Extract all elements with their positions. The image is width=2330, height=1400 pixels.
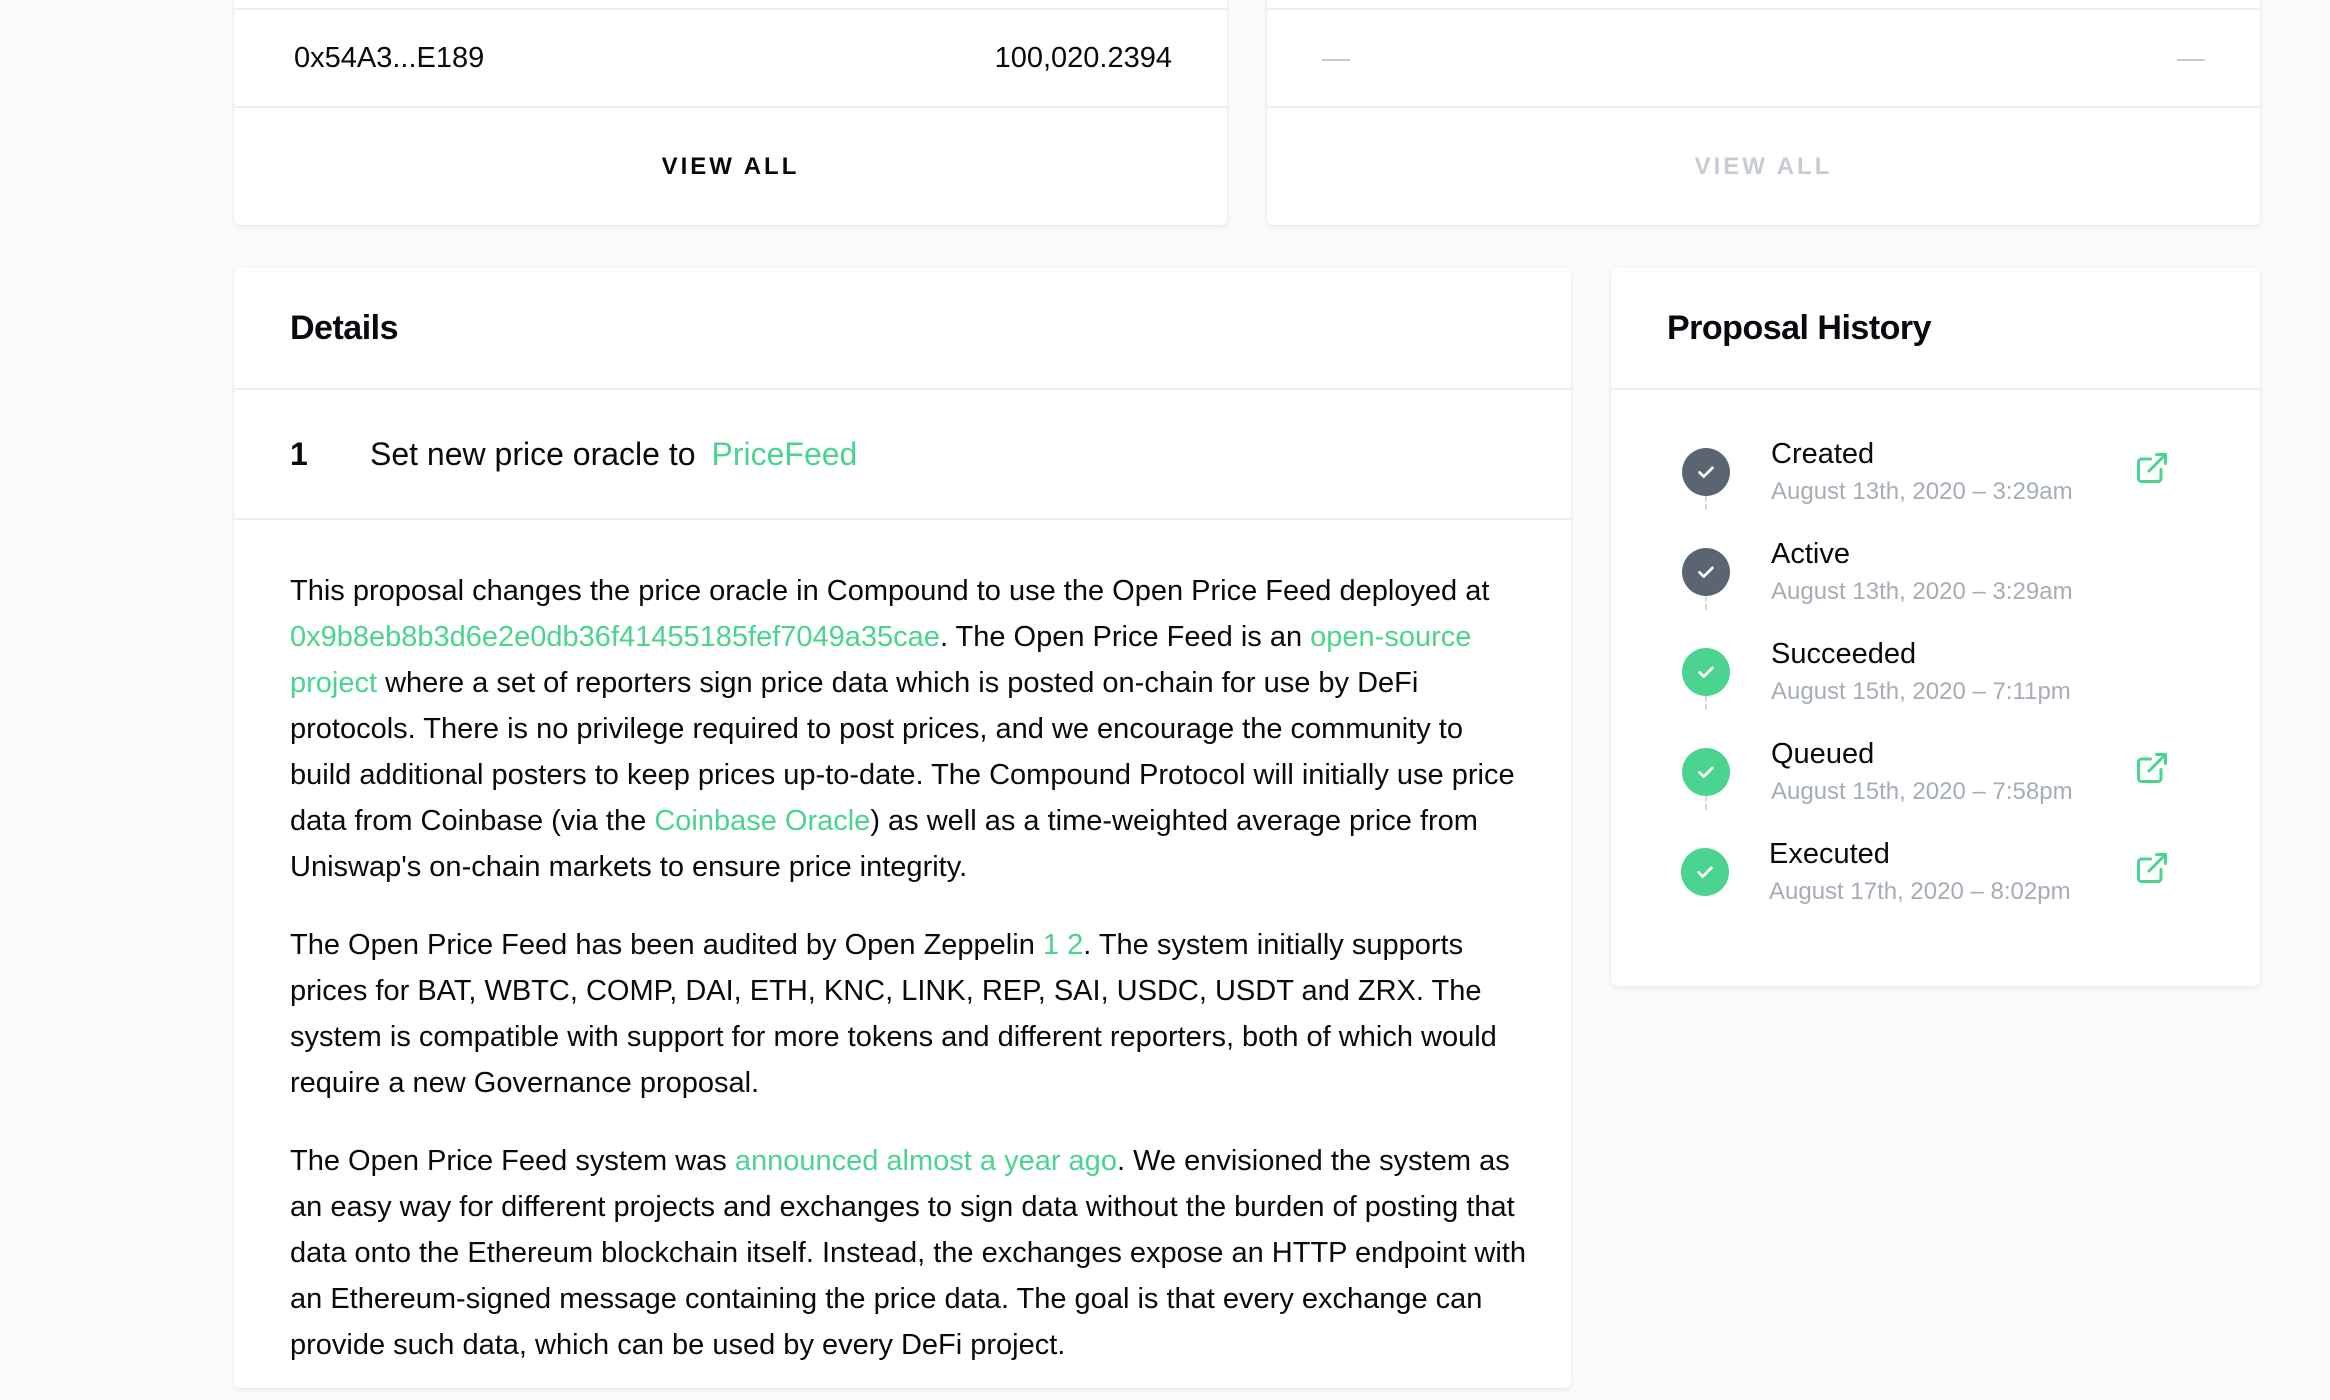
text: . We envisioned the system as an easy wa…	[290, 1145, 1526, 1361]
step-title: Active	[1771, 538, 1850, 570]
step-date: August 17th, 2020 – 8:02pm	[1769, 878, 2071, 905]
proposal-action: 1 Set new price oracle to PriceFeed	[234, 390, 1571, 520]
step-title: Queued	[1771, 738, 1875, 770]
coinbase-oracle-link[interactable]: Coinbase Oracle	[654, 805, 870, 837]
external-link-icon[interactable]	[2134, 450, 2170, 486]
voter-address-placeholder: —	[1322, 42, 1350, 73]
voters-card-against: — — VIEW ALL	[1267, 0, 2260, 225]
view-all-button-disabled: VIEW ALL	[1694, 152, 1833, 180]
check-icon	[1682, 648, 1730, 696]
step-date: August 13th, 2020 – 3:29am	[1771, 478, 2073, 505]
details-card: Details 1 Set new price oracle to PriceF…	[234, 268, 1571, 1388]
external-link-icon[interactable]	[2134, 750, 2170, 786]
action-number: 1	[290, 435, 308, 472]
history-step-executed: Executed August 17th, 2020 – 8:02pm	[1611, 830, 2260, 930]
proposal-history-title: Proposal History	[1611, 268, 2260, 390]
text: This proposal changes the price oracle i…	[290, 575, 1490, 607]
pricefeed-link[interactable]: PriceFeed	[712, 436, 858, 473]
description-paragraph: This proposal changes the price oracle i…	[290, 568, 1530, 890]
contract-address-link[interactable]: 0x9b8eb8b3d6e2e0db36f41455185fef7049a35c…	[290, 621, 940, 653]
step-date: August 15th, 2020 – 7:58pm	[1771, 778, 2073, 805]
voters-card-for: 0x54A3...E189 100,020.2394 VIEW ALL	[234, 0, 1227, 225]
step-date: August 13th, 2020 – 3:29am	[1771, 578, 2073, 605]
step-title: Executed	[1769, 838, 1890, 870]
voter-row[interactable]: 0x54A3...E189 100,020.2394	[234, 10, 1227, 106]
voter-row-empty: — —	[1267, 10, 2260, 106]
check-icon	[1682, 548, 1730, 596]
step-title: Created	[1771, 438, 1875, 470]
history-step-created: Created August 13th, 2020 – 3:29am	[1611, 430, 2260, 530]
details-title: Details	[234, 268, 1571, 390]
voter-votes: 100,020.2394	[994, 41, 1172, 74]
step-date: August 15th, 2020 – 7:11pm	[1771, 678, 2071, 705]
audit-link-2[interactable]: 2	[1067, 929, 1083, 961]
history-step-active: Active August 13th, 2020 – 3:29am	[1611, 530, 2260, 630]
proposal-history-card: Proposal History Created August 13th, 20…	[1611, 268, 2260, 986]
description-paragraph: The Open Price Feed system was announced…	[290, 1138, 1530, 1368]
view-all-button[interactable]: VIEW ALL	[234, 108, 1227, 225]
announcement-link[interactable]: announced almost a year ago	[735, 1145, 1117, 1177]
description-paragraph: The Open Price Feed has been audited by …	[290, 922, 1530, 1106]
step-title: Succeeded	[1771, 638, 1917, 670]
text: The Open Price Feed has been audited by …	[290, 929, 1043, 961]
audit-link-1[interactable]: 1	[1043, 929, 1059, 961]
history-step-queued: Queued August 15th, 2020 – 7:58pm	[1611, 730, 2260, 830]
voter-votes-placeholder: —	[2177, 42, 2205, 73]
check-icon	[1682, 448, 1730, 496]
check-icon	[1681, 848, 1729, 896]
text: . The Open Price Feed is an	[939, 621, 1311, 653]
text: The Open Price Feed system was	[290, 1145, 735, 1177]
history-step-succeeded: Succeeded August 15th, 2020 – 7:11pm	[1611, 630, 2260, 730]
proposal-description: This proposal changes the price oracle i…	[290, 568, 1530, 1400]
voter-address: 0x54A3...E189	[294, 41, 485, 74]
action-text: Set new price oracle to	[370, 435, 696, 472]
check-icon	[1682, 748, 1730, 796]
external-link-icon[interactable]	[2134, 850, 2170, 886]
